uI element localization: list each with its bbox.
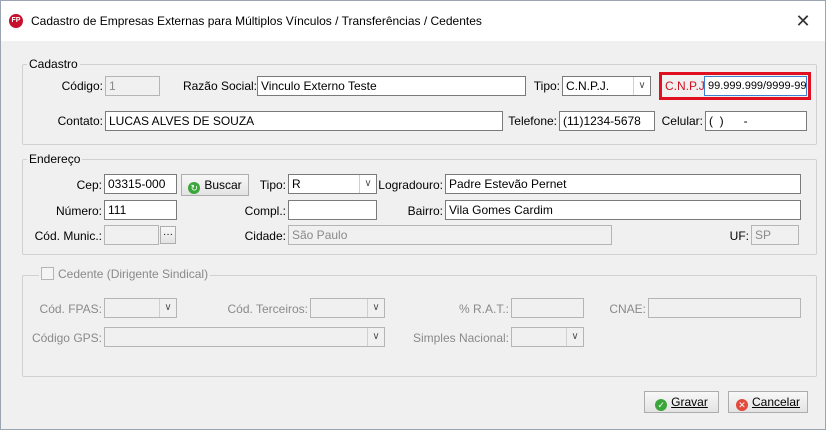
cod-munic-label: Cód. Munic.: — [34, 229, 102, 243]
uf-label: UF: — [729, 229, 749, 243]
numero-field[interactable]: 111 — [104, 200, 177, 220]
close-icon[interactable]: ✕ — [791, 9, 815, 33]
chevron-down-icon: ∨ — [566, 328, 583, 346]
celular-label: Celular: — [661, 114, 703, 128]
razao-social-field[interactable]: Vinculo Externo Teste — [257, 76, 526, 96]
cancel-icon: ✕ — [735, 399, 748, 411]
cedente-group-label: Cedente (Dirigente Sindical) — [39, 267, 211, 281]
ellipsis-icon[interactable]: ··· — [160, 226, 176, 244]
codigo-field[interactable]: 1 — [105, 76, 160, 96]
cidade-field[interactable]: São Paulo — [288, 225, 612, 245]
dialog-window: FP Cadastro de Empresas Externas para Mú… — [0, 0, 826, 430]
cadastro-group-label: Cadastro — [27, 57, 80, 71]
bairro-field[interactable]: Vila Gomes Cardim — [445, 200, 801, 220]
app-logo-icon: FP — [9, 14, 23, 28]
cnpj-field[interactable]: 99.999.999/9999-99 — [704, 76, 807, 96]
gravar-label: Gravar — [671, 395, 708, 409]
cnae-field[interactable] — [648, 298, 801, 318]
compl-field[interactable] — [288, 200, 377, 220]
check-icon: ✓ — [655, 399, 668, 411]
cedente-checkbox[interactable] — [41, 267, 54, 280]
simples-nacional-label: Simples Nacional: — [412, 331, 509, 345]
codigo-gps-label: Código GPS: — [31, 331, 102, 345]
chevron-down-icon: ∨ — [367, 328, 384, 346]
window-title: Cadastro de Empresas Externas para Múlti… — [31, 14, 482, 28]
tipo-logradouro-select[interactable]: R ∨ — [288, 174, 377, 194]
codigo-gps-select[interactable]: ∨ — [104, 327, 385, 347]
celular-field[interactable]: ( ) - — [705, 111, 807, 131]
tipo-logradouro-value: R — [292, 177, 301, 191]
contato-field[interactable]: LUCAS ALVES DE SOUZA — [105, 111, 503, 131]
rat-field[interactable] — [511, 298, 584, 318]
logradouro-field[interactable]: Padre Estevão Pernet — [445, 174, 801, 194]
cep-field[interactable]: 03315-000 — [104, 174, 177, 194]
cedente-checkbox-label: Cedente (Dirigente Sindical) — [58, 267, 209, 281]
cedente-group — [22, 275, 817, 377]
gravar-button[interactable]: ✓ Gravar — [644, 391, 719, 413]
cod-munic-field[interactable] — [104, 225, 159, 245]
razao-social-label: Razão Social: — [182, 79, 257, 93]
chevron-down-icon: ∨ — [367, 299, 384, 317]
tipo-documento-select[interactable]: C.N.P.J. ∨ — [562, 76, 651, 96]
bairro-label: Bairro: — [407, 204, 443, 218]
buscar-label: Buscar — [204, 178, 242, 192]
cancelar-label: Cancelar — [751, 395, 801, 409]
telefone-label: Telefone: — [508, 114, 557, 128]
logradouro-label: Logradouro: — [378, 178, 443, 192]
tipo-documento-value: C.N.P.J. — [566, 79, 610, 93]
cidade-label: Cidade: — [244, 229, 286, 243]
compl-label: Compl.: — [244, 204, 286, 218]
tipo-label: Tipo: — [533, 79, 560, 93]
buscar-button[interactable]: ↻ Buscar — [181, 174, 249, 196]
tipo-logradouro-label: Tipo: — [259, 178, 286, 192]
cnae-label: CNAE: — [609, 302, 646, 316]
contato-label: Contato: — [57, 114, 103, 128]
endereco-group-label: Endereço — [27, 152, 83, 166]
cod-terceiros-label: Cód. Terceiros: — [227, 302, 308, 316]
numero-label: Número: — [55, 204, 102, 218]
chevron-down-icon: ∨ — [159, 299, 176, 317]
cod-fpas-select[interactable]: ∨ — [104, 298, 177, 318]
cod-fpas-label: Cód. FPAS: — [39, 302, 102, 316]
uf-field[interactable]: SP — [751, 225, 799, 245]
chevron-down-icon: ∨ — [633, 77, 650, 95]
cod-terceiros-select[interactable]: ∨ — [310, 298, 385, 318]
refresh-icon: ↻ — [188, 182, 201, 194]
telefone-field[interactable]: (11)1234-5678 — [559, 111, 655, 131]
cancelar-button[interactable]: ✕ Cancelar — [728, 391, 808, 413]
codigo-label: Código: — [61, 79, 103, 93]
rat-label: % R.A.T.: — [458, 302, 509, 316]
cep-label: Cep: — [76, 178, 102, 192]
simples-nacional-select[interactable]: ∨ — [511, 327, 584, 347]
title-bar: FP Cadastro de Empresas Externas para Mú… — [1, 1, 825, 41]
